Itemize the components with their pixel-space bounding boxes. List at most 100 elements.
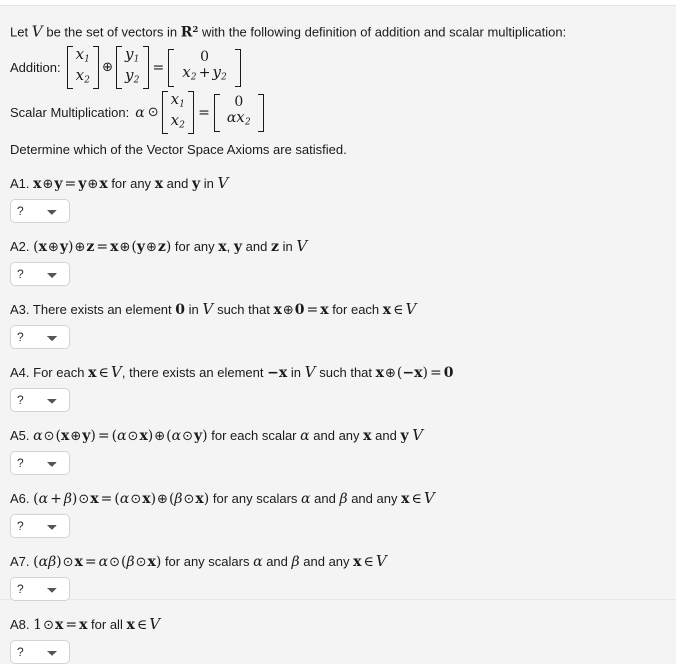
addition-right-top-sub: 1 [133, 54, 140, 65]
phrase-in: in [188, 302, 199, 318]
sym-beta-2: β [174, 491, 183, 508]
sym-x2: x [79, 617, 88, 634]
answer-select-a4[interactable]: ? Yes No [10, 388, 70, 413]
odot-operator-icon: ⊙ [147, 105, 159, 121]
sym-alpha: α [38, 554, 49, 571]
sym-v: V [217, 174, 229, 193]
intro-prefix: Let [10, 24, 32, 40]
phrase-for-any-scalars: for any scalars [164, 554, 250, 570]
axiom-block-a8: A8. 1⊙x=x for all x∈V ? Yes No [10, 615, 666, 664]
paren-close-3: ) [203, 491, 210, 508]
axiom-block-a1: A1. x⊕y=y⊕x for any x and y in V ? Yes N… [10, 174, 666, 224]
phrase-such-that: such that [217, 302, 270, 318]
sym-x3: x [218, 239, 227, 256]
sym-y: y [54, 176, 63, 193]
addition-left-vector: x1 x2 [66, 46, 100, 90]
addition-result-bottom-y-sub: 2 [221, 72, 227, 83]
paren-close-3: ) [202, 428, 208, 445]
phrase-any: any [328, 554, 350, 570]
sym-alpha: α [38, 491, 49, 508]
sym-x: x [90, 491, 99, 508]
sym-x3: x [195, 491, 204, 508]
sym-eq: = [429, 365, 442, 382]
addition-result-vector: 0 x2 + y2 [168, 49, 241, 87]
answer-select-a6[interactable]: ? Yes No [10, 514, 70, 539]
scalar-result-alpha: α [226, 110, 237, 127]
addition-result-top: 0 [200, 49, 210, 66]
sym-beta-3: β [339, 491, 348, 508]
phrase-in: in [282, 239, 293, 255]
sym-x3: x [126, 617, 135, 634]
axiom-number: A7. [10, 554, 30, 570]
vector-column: x1 x2 [168, 91, 189, 134]
intro-middle: be the set of vectors in [42, 24, 181, 40]
sym-v: V [149, 615, 161, 634]
sym-isin: ∈ [393, 302, 404, 319]
axiom-number: A2. [10, 239, 30, 255]
phrase-there-exists-lower: , there exists an element [121, 365, 264, 381]
phrase-and-2: and [351, 491, 373, 507]
phrase-and: and [313, 428, 335, 444]
sym-v: V [296, 237, 308, 256]
phrase-and: and [314, 491, 336, 507]
oplus-icon: ⊕ [157, 492, 168, 508]
addition-left-top-sub: 1 [84, 54, 91, 65]
oplus-icon: ⊕ [42, 177, 54, 193]
sym-alpha-3: α [171, 428, 182, 445]
sym-x3: x [154, 176, 164, 193]
scalar-multiplication-definition: Scalar Multiplication: α ⊙ x1 x2 = 0 αx2 [10, 91, 666, 135]
axiom-block-a2: A2. (x⊕y)⊕z = x⊕(y⊕z) for any x, y and z i… [10, 237, 666, 287]
odot-icon-2: ⊙ [130, 492, 142, 508]
sym-v: V [110, 363, 122, 382]
sym-x2: x [278, 365, 288, 382]
answer-select-a2[interactable]: ? Yes No [10, 262, 70, 287]
paren-close: ) [56, 554, 62, 571]
axiom-block-a5: A5. α⊙(x⊕y) = (α⊙x)⊕(α⊙y) for each scalar … [10, 426, 666, 476]
phrase-for-all: for all [91, 617, 123, 633]
vector-column: y1 y2 [122, 46, 143, 89]
phrase-for-any-scalars: for any scalars [212, 491, 298, 507]
answer-select-a8[interactable]: ? Yes No [10, 640, 70, 664]
sym-alpha-3: α [253, 554, 263, 571]
axiom-number: A4. [10, 365, 30, 381]
sym-eq: = [96, 239, 109, 256]
sym-alpha-4: α [300, 428, 310, 445]
sym-eq: = [64, 176, 77, 193]
addition-result-bottom-y: y [212, 63, 222, 82]
addition-right-bottom: y [125, 65, 134, 84]
problem-content: Let V be the set of vectors in R 2 with t… [0, 6, 676, 664]
bracket-right [235, 49, 241, 87]
odot-icon-3: ⊙ [182, 429, 194, 445]
sym-neg-x: −x [267, 365, 287, 381]
sym-x3: x [363, 428, 372, 445]
oplus-icon: ⊕ [282, 303, 294, 319]
addition-equals: = [152, 59, 165, 76]
axiom-statement-a3: A3. There exists an element 0 in V such … [10, 300, 666, 320]
answer-select-a1[interactable]: ? Yes No [10, 199, 70, 224]
sym-eq: = [100, 491, 113, 508]
answer-select-a5[interactable]: ? Yes No [10, 451, 70, 476]
phrase-and-2: and [375, 428, 397, 444]
sym-eq: = [84, 554, 97, 571]
sym-v: V [202, 300, 214, 319]
sym-v2: V [405, 300, 417, 319]
scalar-result-x-sub: 2 [244, 117, 251, 128]
odot-icon: ⊙ [43, 429, 55, 445]
bracket-right [188, 91, 195, 135]
axiom-number: A1. [10, 176, 30, 192]
axiom-number: A8. [10, 617, 30, 633]
sym-y2: y [194, 428, 203, 445]
axiom-block-a6: A6. (α + β)⊙x = (α⊙x)⊕(β⊙x) for any scalars … [10, 489, 666, 539]
sym-beta-2: β [126, 554, 135, 571]
sym-x3: x [382, 302, 392, 319]
sym-isin: ∈ [98, 365, 109, 382]
phrase-and: and [266, 554, 288, 570]
answer-select-a3[interactable]: ? Yes No [10, 325, 70, 350]
sym-y3: y [233, 239, 243, 256]
bracket-right [142, 46, 149, 90]
scalar-vec-top-sub: 1 [179, 99, 186, 110]
answer-select-a7[interactable]: ? Yes No [10, 577, 70, 602]
oplus-icon-4: ⊕ [145, 240, 157, 256]
odot-icon-2: ⊙ [109, 555, 121, 571]
sym-x3: x [375, 365, 385, 382]
